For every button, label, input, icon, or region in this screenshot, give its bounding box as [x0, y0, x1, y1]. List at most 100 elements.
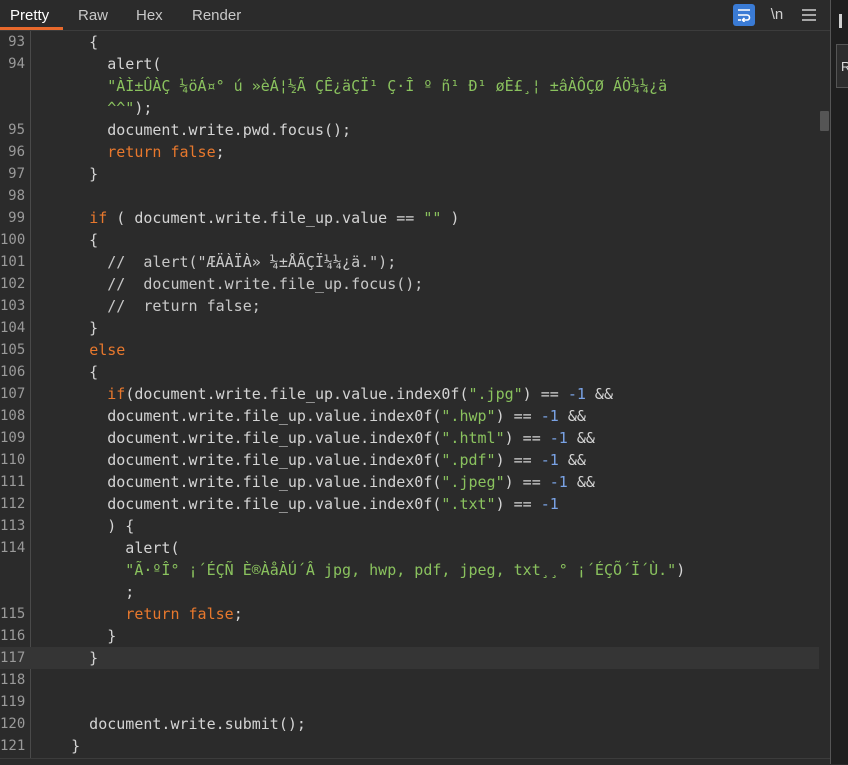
code-token: }: [35, 649, 99, 667]
code-text: // return false;: [35, 295, 261, 317]
code-line[interactable]: 102 // document.write.file_up.focus();: [0, 273, 819, 295]
line-number: 106: [0, 364, 26, 380]
code-token: "": [423, 209, 442, 227]
show-newlines-button[interactable]: \n: [767, 4, 787, 26]
code-text: "ÀÌ±ÛÀÇ ¼öÁ¤° ú »èÁ¦½Ã ÇÊ¿äÇÏ¹ Ç·Î º ñ¹ …: [35, 75, 667, 97]
code-token: -1: [549, 429, 568, 447]
code-token: ".jpg": [468, 385, 523, 403]
code-token: ;: [215, 143, 225, 161]
code-token: else: [89, 341, 126, 359]
code-text: "Ã·ºÎ° ¡´ÉÇÑ È®ÀåÀÚ´Â jpg, hwp, pdf, jpe…: [35, 559, 685, 581]
code-line[interactable]: 107 if(document.write.file_up.value.inde…: [0, 383, 819, 405]
line-number: 98: [8, 188, 25, 204]
code-line[interactable]: 119: [0, 691, 819, 713]
code-token: ( document.write.file_up.value ==: [107, 209, 424, 227]
side-panel-button[interactable]: R: [836, 44, 848, 88]
tab-raw[interactable]: Raw: [78, 0, 108, 30]
code-text: else: [35, 339, 125, 361]
code-line[interactable]: 103 // return false;: [0, 295, 819, 317]
code-token: // document.write.file_up.focus();: [35, 275, 424, 293]
code-line[interactable]: 109 document.write.file_up.value.index0f…: [0, 427, 819, 449]
code-text: // document.write.file_up.focus();: [35, 273, 423, 295]
code-token: }: [35, 737, 81, 755]
code-text: }: [35, 647, 98, 669]
code-line[interactable]: 115 return false;: [0, 603, 819, 625]
word-wrap-button[interactable]: [733, 4, 755, 26]
code-line[interactable]: 114 alert(: [0, 537, 819, 559]
code-token: document.write.file_up.value.index0f(: [35, 473, 442, 491]
code-line[interactable]: 121 }: [0, 735, 819, 757]
code-token: {: [35, 33, 99, 51]
code-line[interactable]: 100 {: [0, 229, 819, 251]
code-line[interactable]: 97 }: [0, 163, 819, 185]
code-token: ): [441, 209, 460, 227]
code-token: "ÀÌ±ÛÀÇ ¼öÁ¤° ú »èÁ¦½Ã ÇÊ¿äÇÏ¹ Ç·Î º ñ¹ …: [35, 77, 668, 95]
code-line[interactable]: 108 document.write.file_up.value.index0f…: [0, 405, 819, 427]
code-line[interactable]: "ÀÌ±ÛÀÇ ¼öÁ¤° ú »èÁ¦½Ã ÇÊ¿äÇÏ¹ Ç·Î º ñ¹ …: [0, 75, 819, 97]
code-line[interactable]: 117 }: [0, 647, 819, 669]
word-wrap-icon: [738, 9, 751, 23]
code-text: return false;: [35, 141, 225, 163]
menu-button[interactable]: [800, 4, 818, 26]
tab-render[interactable]: Render: [192, 0, 241, 30]
code-token: ): [676, 561, 686, 579]
code-line[interactable]: 94 alert(: [0, 53, 819, 75]
code-text: if ( document.write.file_up.value == "" …: [35, 207, 459, 229]
code-line[interactable]: 98: [0, 185, 819, 207]
tab-hex[interactable]: Hex: [136, 0, 163, 30]
code-text: alert(: [35, 53, 161, 75]
code-line[interactable]: 104 }: [0, 317, 819, 339]
code-token: document.write.file_up.value.index0f(: [35, 407, 442, 425]
code-token: ) ==: [495, 407, 541, 425]
code-line[interactable]: 111 document.write.file_up.value.index0f…: [0, 471, 819, 493]
tab-pretty[interactable]: Pretty: [10, 0, 49, 30]
code-token: &&: [567, 473, 595, 491]
code-editor[interactable]: 93 {94 alert( "ÀÌ±ÛÀÇ ¼öÁ¤° ú »èÁ¦½Ã ÇÊ¿…: [0, 31, 830, 758]
code-token: -1: [567, 385, 586, 403]
code-token: "Ã·ºÎ° ¡´ÉÇÑ È®ÀåÀÚ´Â jpg, hwp, pdf, jpe…: [35, 561, 677, 579]
code-token: alert(: [35, 539, 180, 557]
code-line[interactable]: ^^");: [0, 97, 819, 119]
code-text: {: [35, 31, 98, 53]
active-tab-indicator: [0, 27, 63, 30]
code-token: if: [107, 385, 126, 403]
code-token: document.write.file_up.value.index0f(: [35, 451, 442, 469]
code-line[interactable]: 112 document.write.file_up.value.index0f…: [0, 493, 819, 515]
code-line[interactable]: 99 if ( document.write.file_up.value == …: [0, 207, 819, 229]
vertical-scrollbar[interactable]: [819, 31, 830, 758]
code-text: {: [35, 361, 98, 383]
code-token: ) ==: [495, 495, 541, 513]
code-token: &&: [558, 407, 586, 425]
code-line[interactable]: 106 {: [0, 361, 819, 383]
code-text: if(document.write.file_up.value.index0f(…: [35, 383, 613, 405]
line-number: 107: [0, 386, 26, 402]
code-line[interactable]: ;: [0, 581, 819, 603]
line-number: 116: [0, 628, 26, 644]
code-line[interactable]: 101 // alert("ÆÄÀÏÀ» ¼±ÅÃÇÏ¼¼¿ä.");: [0, 251, 819, 273]
code-line[interactable]: 95 document.write.pwd.focus();: [0, 119, 819, 141]
code-token: );: [134, 99, 153, 117]
line-number: 108: [0, 408, 26, 424]
code-line[interactable]: 116 }: [0, 625, 819, 647]
line-number: 120: [0, 716, 26, 732]
code-token: ) ==: [504, 473, 550, 491]
code-line[interactable]: 120 document.write.submit();: [0, 713, 819, 735]
code-line[interactable]: 110 document.write.file_up.value.index0f…: [0, 449, 819, 471]
code-line[interactable]: 96 return false;: [0, 141, 819, 163]
vertical-scrollbar-thumb[interactable]: [820, 111, 829, 131]
code-token: {: [35, 231, 99, 249]
code-line[interactable]: "Ã·ºÎ° ¡´ÉÇÑ È®ÀåÀÚ´Â jpg, hwp, pdf, jpe…: [0, 559, 819, 581]
code-text: ) {: [35, 515, 134, 537]
code-line[interactable]: 105 else: [0, 339, 819, 361]
code-line[interactable]: 113 ) {: [0, 515, 819, 537]
code-text: // alert("ÆÄÀÏÀ» ¼±ÅÃÇÏ¼¼¿ä.");: [35, 251, 396, 273]
code-line[interactable]: 118: [0, 669, 819, 691]
code-token: -1: [540, 407, 559, 425]
code-line[interactable]: 93 {: [0, 31, 819, 53]
line-number: 119: [0, 694, 26, 710]
code-text: document.write.submit();: [35, 713, 306, 735]
code-token: &&: [558, 451, 586, 469]
code-token: document.write.file_up.value.index0f(: [35, 495, 442, 513]
